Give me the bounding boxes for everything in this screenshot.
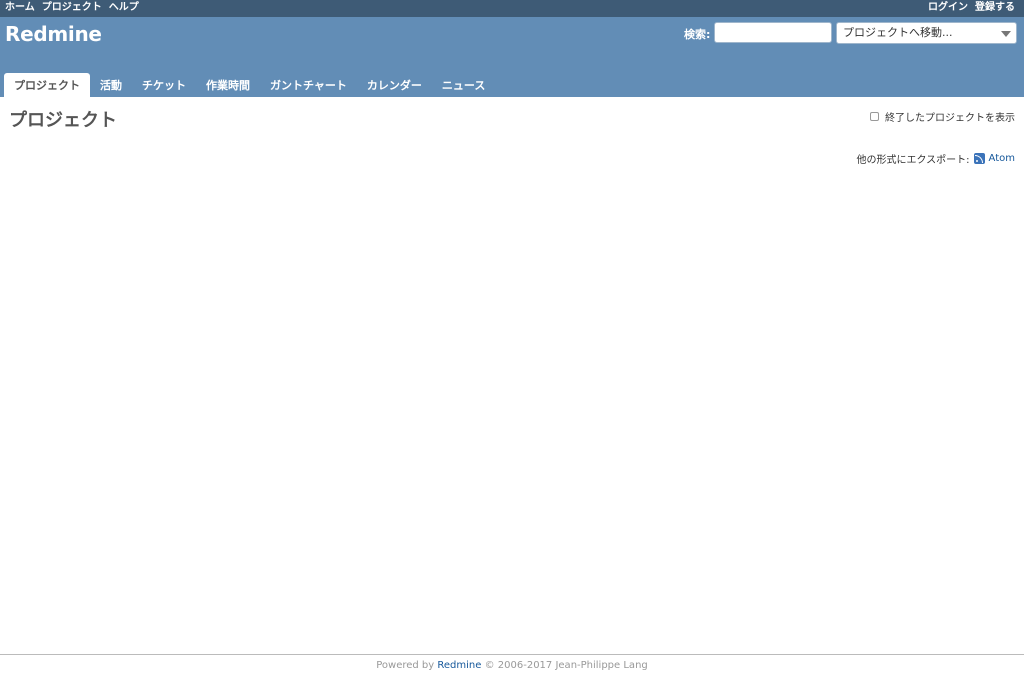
page-title: プロジェクト [9,110,117,131]
tab-time-entries[interactable]: 作業時間 [196,73,260,97]
tab-news[interactable]: ニュース [432,73,495,97]
export-row: 他の形式にエクスポート: Atom [856,151,1015,166]
atom-link[interactable]: Atom [989,153,1015,164]
show-closed-checkbox[interactable] [870,112,879,121]
top-menu: ホーム プロジェクト ヘルプ ログイン 登録する [0,0,1024,17]
footer-redmine-link[interactable]: Redmine [437,660,481,671]
top-menu-left: ホーム プロジェクト ヘルプ [5,1,139,15]
footer-prefix: Powered by [376,660,435,671]
tab-activity[interactable]: 活動 [90,73,132,97]
project-jump-select[interactable]: プロジェクトへ移動... [836,22,1017,44]
show-closed-label[interactable]: 終了したプロジェクトを表示 [885,109,1015,124]
header: Redmine 検索: プロジェクトへ移動... プロジェクト 活動 チケット … [0,17,1024,97]
export-label: 他の形式にエクスポート: [856,155,970,166]
tab-calendar[interactable]: カレンダー [357,73,432,97]
feed-icon[interactable] [973,153,985,164]
top-menu-help-link[interactable]: ヘルプ [109,1,139,15]
main-menu: プロジェクト 活動 チケット 作業時間 ガントチャート カレンダー ニュース [4,73,495,97]
tab-gantt[interactable]: ガントチャート [260,73,357,97]
account-menu: ログイン 登録する [928,1,1015,15]
show-closed-toggle: 終了したプロジェクトを表示 [870,109,1015,124]
register-link[interactable]: 登録する [975,1,1015,15]
search-input[interactable] [714,22,832,43]
footer-copyright: © 2006-2017 Jean-Philippe Lang [484,660,648,671]
footer: Powered by Redmine © 2006-2017 Jean-Phil… [0,654,1024,675]
project-jump-label: プロジェクトへ移動... [843,26,953,39]
app-title[interactable]: Redmine [5,22,102,46]
top-menu-projects-link[interactable]: プロジェクト [42,1,102,15]
search-label: 検索: [684,28,711,41]
dropdown-arrow-icon [1001,31,1011,37]
login-link[interactable]: ログイン [928,1,968,15]
tab-projects[interactable]: プロジェクト [4,73,90,97]
top-menu-home-link[interactable]: ホーム [5,1,35,15]
tab-issues[interactable]: チケット [132,73,196,97]
